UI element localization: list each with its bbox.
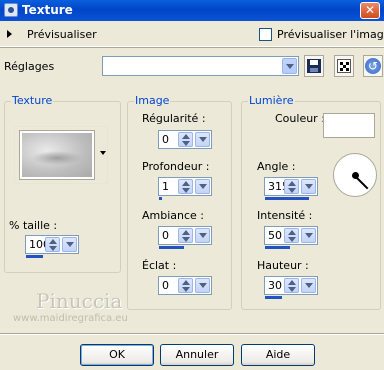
intensity-label: Intensité :: [257, 209, 313, 222]
spin-arrows-icon[interactable]: [178, 228, 193, 243]
floppy-icon: [307, 59, 321, 73]
chevron-down-icon[interactable]: [301, 179, 316, 194]
size-input[interactable]: 100: [25, 235, 79, 254]
chevron-down-icon[interactable]: [195, 132, 210, 147]
shine-value: 0: [162, 279, 169, 292]
regularity-value: 0: [162, 133, 169, 146]
random-button[interactable]: [334, 55, 354, 77]
title-bar: Texture ✕: [0, 0, 384, 21]
angle-slider-fill[interactable]: [265, 197, 309, 200]
depth-input[interactable]: 1: [158, 177, 212, 196]
reset-icon: ↺: [365, 58, 381, 74]
color-label: Couleur :: [275, 112, 325, 125]
app-icon: [4, 3, 18, 17]
ok-button[interactable]: OK: [80, 344, 154, 366]
light-group-title: Lumière: [248, 94, 295, 107]
preview-toggle-label[interactable]: Prévisualiser: [27, 28, 97, 41]
close-button[interactable]: ✕: [360, 2, 380, 19]
image-group-title: Image: [134, 94, 171, 107]
dial-center-icon: [352, 172, 359, 179]
depth-value: 1: [162, 180, 169, 193]
chevron-down-icon[interactable]: [195, 228, 210, 243]
chevron-down-icon[interactable]: [195, 179, 210, 194]
depth-label: Profondeur :: [142, 160, 210, 173]
window-title: Texture: [22, 3, 73, 17]
intensity-slider-fill[interactable]: [265, 246, 290, 249]
depth-slider-fill[interactable]: [159, 197, 162, 200]
cancel-button[interactable]: Annuler: [160, 344, 234, 366]
angle-input[interactable]: 315: [264, 177, 318, 196]
angle-dial[interactable]: [333, 153, 377, 197]
spin-arrows-icon[interactable]: [178, 278, 193, 293]
presets-label: Réglages: [4, 60, 55, 73]
shine-label: Éclat :: [142, 259, 177, 272]
chevron-down-icon[interactable]: [100, 151, 106, 155]
preview-image-checkbox[interactable]: [259, 28, 272, 41]
chevron-down-icon[interactable]: [62, 237, 77, 252]
height-input[interactable]: 30: [264, 276, 318, 295]
help-button[interactable]: Aide: [241, 344, 315, 366]
size-slider-fill[interactable]: [26, 255, 43, 258]
spin-arrows-icon[interactable]: [284, 228, 299, 243]
texture-swatch: [19, 130, 95, 180]
spin-arrows-icon[interactable]: [178, 179, 193, 194]
watermark-url: www.maidiregrafica.eu: [13, 313, 128, 324]
save-preset-button[interactable]: [304, 55, 324, 77]
height-value: 30: [268, 279, 282, 292]
intensity-value: 50: [268, 229, 282, 242]
regularity-input[interactable]: 0: [158, 130, 212, 149]
presets-select[interactable]: [102, 56, 299, 76]
chevron-down-icon[interactable]: [195, 278, 210, 293]
spin-arrows-icon[interactable]: [45, 237, 60, 252]
light-color-swatch[interactable]: [323, 113, 375, 138]
expand-arrow-icon[interactable]: [7, 30, 12, 38]
spin-arrows-icon[interactable]: [284, 179, 299, 194]
preview-bar: Prévisualiser Prévisualiser l'image: [0, 22, 384, 47]
preview-image-label: Prévisualiser l'image: [277, 28, 384, 41]
size-label: % taille :: [9, 219, 58, 232]
height-label: Hauteur :: [257, 259, 309, 272]
ambience-value: 0: [162, 229, 169, 242]
intensity-input[interactable]: 50: [264, 226, 318, 245]
reset-button[interactable]: ↺: [363, 55, 383, 77]
footer-divider: [0, 333, 384, 335]
angle-label: Angle :: [257, 160, 296, 173]
chevron-down-icon[interactable]: [301, 278, 316, 293]
texture-group-title: Texture: [11, 94, 54, 107]
dice-icon: [337, 59, 351, 73]
spin-arrows-icon[interactable]: [284, 278, 299, 293]
watermark-name: Pinuccia: [36, 289, 123, 313]
texture-picker[interactable]: [14, 126, 108, 184]
spin-arrows-icon[interactable]: [178, 132, 193, 147]
chevron-down-icon[interactable]: [282, 58, 297, 74]
texture-dialog: Texture ✕ Prévisualiser Prévisualiser l'…: [0, 0, 384, 370]
ambience-input[interactable]: 0: [158, 226, 212, 245]
shine-input[interactable]: 0: [158, 276, 212, 295]
chevron-down-icon[interactable]: [301, 228, 316, 243]
ambience-slider-fill[interactable]: [159, 246, 184, 249]
height-slider-fill[interactable]: [265, 296, 282, 299]
regularity-label: Régularité :: [142, 112, 206, 125]
ambience-label: Ambiance :: [142, 209, 205, 222]
